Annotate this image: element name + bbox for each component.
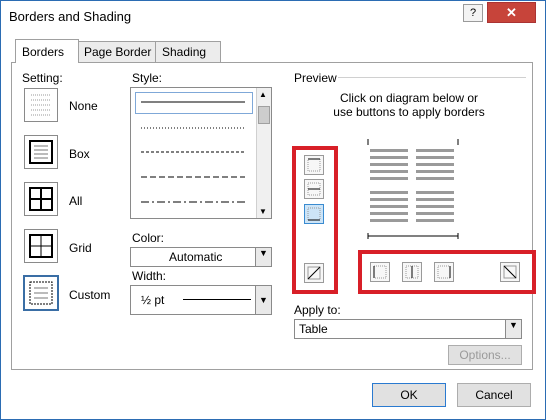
style-heading: Style: [132,71,163,85]
preview-instruction-line1: Click on diagram below or [339,91,479,105]
left-border-icon[interactable] [370,262,390,282]
setting-box-label[interactable]: Box [69,147,90,161]
width-sample-line [183,299,251,300]
apply-to-select[interactable]: Table ▼ [294,319,522,339]
chevron-down-icon[interactable]: ▼ [505,320,521,338]
inside-vertical-border-icon[interactable] [402,262,422,282]
width-label: Width: [132,269,167,283]
setting-grid-label[interactable]: Grid [69,241,92,255]
chevron-down-icon[interactable]: ▼ [255,248,271,266]
title-bar: Borders and Shading ? ✕ [1,1,545,31]
box-border-icon[interactable] [24,135,58,169]
style-scrollbar[interactable]: ▲ ▼ [256,88,271,218]
window-title: Borders and Shading [9,9,132,24]
custom-border-icon[interactable] [23,275,59,311]
width-value: ½ pt [141,293,165,307]
all-border-icon[interactable] [24,182,58,216]
tab-page-border-label: Page Border [84,45,152,59]
inside-horizontal-border-icon[interactable] [304,179,324,199]
preview-heading: Preview [294,71,337,85]
borders-tab-panel: Setting: None Box All Grid Custom Style:… [11,62,536,370]
width-select[interactable]: ½ pt ▼ [130,285,272,315]
right-border-icon[interactable] [434,262,454,282]
style-list[interactable]: ▲ ▼ [130,87,272,219]
apply-to-value: Table [299,322,328,336]
setting-all-label[interactable]: All [69,194,82,208]
color-value: Automatic [169,250,223,264]
tab-shading-label: Shading [162,45,207,59]
grid-border-icon[interactable] [24,229,58,263]
diagonal-up-border-icon[interactable] [500,262,520,282]
scroll-down-icon[interactable]: ▼ [259,207,267,216]
help-button[interactable]: ? [463,4,483,22]
setting-none-label[interactable]: None [69,99,98,113]
close-button[interactable]: ✕ [487,2,536,23]
cancel-button[interactable]: Cancel [457,383,531,407]
tab-shading[interactable]: Shading [155,41,221,62]
tab-page-border[interactable]: Page Border [77,41,163,62]
borders-and-shading-dialog: Borders and Shading ? ✕ Borders Page Bor… [0,0,546,420]
chevron-down-icon[interactable]: ▼ [255,286,271,314]
tab-borders[interactable]: Borders [15,39,79,63]
scroll-thumb[interactable] [258,106,270,124]
preview-instruction: Click on diagram below or use buttons to… [294,91,524,119]
tab-borders-label: Borders [22,45,65,59]
preview-instruction-line2: use buttons to apply borders [333,105,485,119]
preview-diagram[interactable] [366,139,460,239]
setting-custom-label[interactable]: Custom [69,288,110,302]
bottom-border-icon[interactable] [304,204,324,224]
preview-divider [338,77,526,78]
scroll-up-icon[interactable]: ▲ [259,90,267,99]
diagonal-down-border-icon[interactable] [304,263,324,283]
apply-to-label: Apply to: [294,303,341,317]
ok-button[interactable]: OK [372,383,446,407]
setting-heading: Setting: [22,71,63,85]
options-button[interactable]: Options... [448,345,522,365]
none-border-icon[interactable] [24,88,58,122]
top-border-icon[interactable] [304,155,324,175]
color-select[interactable]: Automatic ▼ [130,247,272,267]
color-label: Color: [132,231,165,245]
